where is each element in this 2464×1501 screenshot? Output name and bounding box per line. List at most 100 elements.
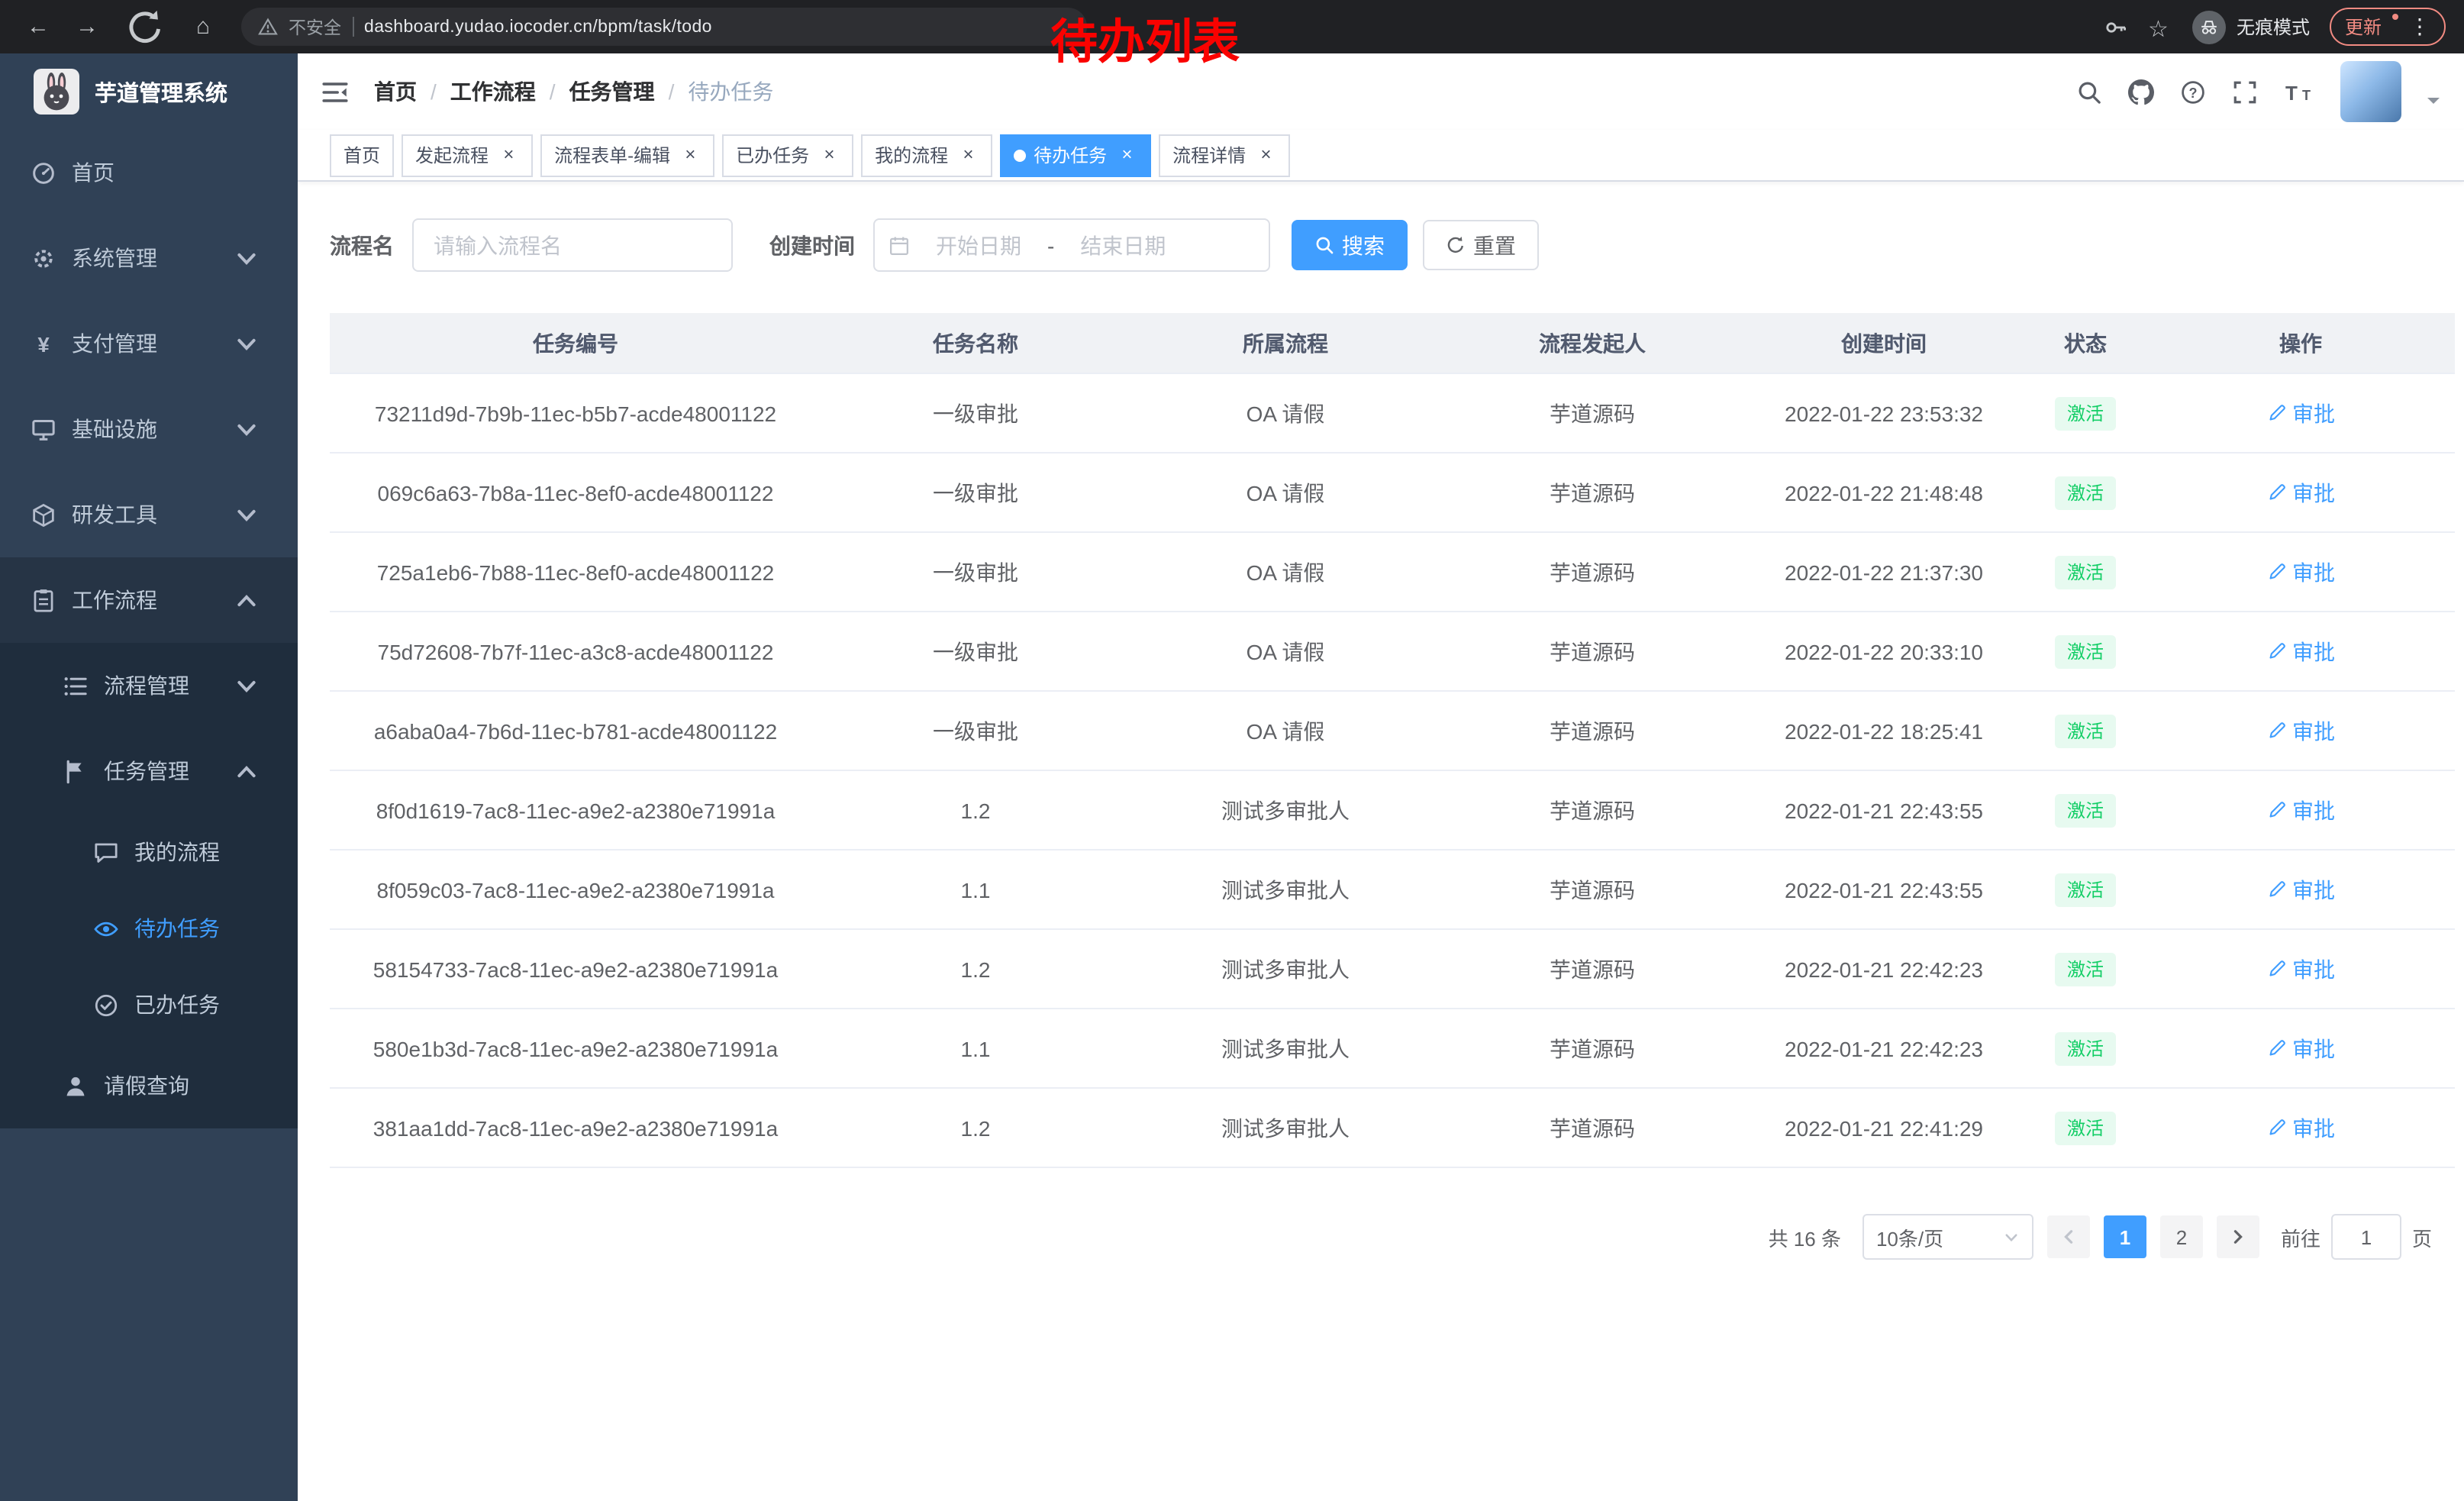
approve-link[interactable]: 审批	[2266, 874, 2335, 905]
top-navbar: 首页/工作流程/任务管理/待办任务 ? TT	[298, 53, 2464, 130]
user-avatar[interactable]	[2340, 61, 2401, 122]
task-id-cell: 75d72608-7b7f-11ec-a3c8-acde48001122	[330, 612, 821, 691]
table-row: 069c6a63-7b8a-11ec-8ef0-acde48001122一级审批…	[330, 453, 2455, 532]
table-row: 381aa1dd-7ac8-11ec-a9e2-a2380e71991a1.2测…	[330, 1088, 2455, 1167]
task-id-cell: 8f0d1619-7ac8-11ec-a9e2-a2380e71991a	[330, 770, 821, 850]
active-tab-dot	[1014, 149, 1026, 161]
breadcrumb-item[interactable]: 首页	[374, 76, 417, 107]
sidebar: 芋道管理系统 首页系统管理¥支付管理基础设施研发工具工作流程流程管理任务管理我的…	[0, 53, 298, 1501]
tab-item[interactable]: 流程详情×	[1159, 134, 1290, 176]
avatar-caret-icon[interactable]	[2427, 98, 2440, 110]
sidebar-item[interactable]: 首页	[0, 130, 298, 215]
tabs-bar: 首页发起流程×流程表单-编辑×已办任务×我的流程×待办任务×流程详情×	[298, 130, 2464, 182]
search-button[interactable]: 搜索	[1292, 220, 1408, 270]
approve-link[interactable]: 审批	[2266, 636, 2335, 667]
app-logo[interactable]: 芋道管理系统	[0, 53, 298, 130]
approve-link[interactable]: 审批	[2266, 954, 2335, 984]
password-key-icon[interactable]	[2104, 15, 2128, 39]
process-name-input[interactable]	[431, 231, 714, 259]
date-range-picker[interactable]: -	[873, 218, 1270, 272]
breadcrumb-item[interactable]: 工作流程	[450, 76, 536, 107]
column-header: 状态	[2024, 313, 2146, 373]
approve-link[interactable]: 审批	[2266, 398, 2335, 428]
tab-item[interactable]: 发起流程×	[402, 134, 533, 176]
sidebar-item[interactable]: 研发工具	[0, 472, 298, 557]
font-size-icon[interactable]: TT	[2284, 79, 2314, 105]
goto-label: 前往	[2281, 1222, 2320, 1251]
task-name-cell: 一级审批	[821, 453, 1130, 532]
search-icon[interactable]	[2076, 79, 2102, 105]
browser-update-button[interactable]: 更新 ⋮	[2330, 8, 2446, 46]
page-number-button[interactable]: 2	[2160, 1215, 2203, 1258]
breadcrumb-item[interactable]: 任务管理	[569, 76, 655, 107]
approve-link[interactable]: 审批	[2266, 1033, 2335, 1064]
app-root: ← → ⌂ 不安全 dashboard.yudao.iocoder.cn/bpm…	[0, 0, 2464, 1501]
tab-item[interactable]: 流程表单-编辑×	[540, 134, 714, 176]
browser-refresh-button[interactable]	[116, 0, 174, 56]
end-date-input[interactable]	[1060, 231, 1185, 259]
prev-page-button[interactable]	[2047, 1215, 2090, 1258]
sidebar-item[interactable]: 已办任务	[0, 967, 298, 1043]
next-page-button[interactable]	[2217, 1215, 2259, 1258]
sidebar-item[interactable]: 系统管理	[0, 215, 298, 301]
tab-close-icon[interactable]: ×	[957, 144, 979, 166]
created-time-cell: 2022-01-22 20:33:10	[1743, 612, 2024, 691]
screen: ← → ⌂ 不安全 dashboard.yudao.iocoder.cn/bpm…	[0, 0, 2464, 1501]
edit-icon	[2266, 1038, 2286, 1058]
tab-item[interactable]: 待办任务×	[1000, 134, 1151, 176]
approve-link[interactable]: 审批	[2266, 715, 2335, 746]
chevron-down-icon	[234, 502, 260, 528]
initiator-cell: 芋道源码	[1441, 1009, 1743, 1088]
fullscreen-icon[interactable]	[2232, 79, 2258, 105]
task-id-cell: a6aba0a4-7b6d-11ec-b781-acde48001122	[330, 691, 821, 770]
browser-menu-icon[interactable]: ⋮	[2409, 14, 2430, 40]
start-date-input[interactable]	[916, 231, 1041, 259]
sidebar-item[interactable]: 任务管理	[0, 728, 298, 814]
tab-close-icon[interactable]: ×	[498, 144, 519, 166]
svg-text:T: T	[2302, 87, 2311, 102]
address-bar[interactable]: 不安全 dashboard.yudao.iocoder.cn/bpm/task/…	[241, 8, 1087, 46]
sidebar-item[interactable]: 基础设施	[0, 386, 298, 472]
browser-back-button[interactable]: ←	[18, 7, 58, 47]
page-number-button[interactable]: 1	[2104, 1215, 2146, 1258]
task-id-cell: 73211d9d-7b9b-11ec-b5b7-acde48001122	[330, 373, 821, 453]
sidebar-item[interactable]: 工作流程	[0, 557, 298, 643]
approve-link[interactable]: 审批	[2266, 795, 2335, 825]
approve-link[interactable]: 审批	[2266, 557, 2335, 587]
tab-item[interactable]: 已办任务×	[722, 134, 853, 176]
logo-image	[34, 69, 79, 115]
process-cell: OA 请假	[1130, 691, 1441, 770]
column-header: 所属流程	[1130, 313, 1441, 373]
browser-forward-button[interactable]: →	[67, 7, 107, 47]
table-header-row: 任务编号任务名称所属流程流程发起人创建时间状态操作	[330, 313, 2455, 373]
sidebar-item[interactable]: 待办任务	[0, 890, 298, 967]
tab-close-icon[interactable]: ×	[679, 144, 701, 166]
svg-text:?: ?	[2188, 85, 2197, 100]
github-icon[interactable]	[2128, 79, 2154, 105]
column-header: 操作	[2146, 313, 2455, 373]
status-badge: 激活	[2055, 1111, 2116, 1144]
tab-close-icon[interactable]: ×	[1255, 144, 1276, 166]
tab-close-icon[interactable]: ×	[818, 144, 840, 166]
sidebar-item[interactable]: 流程管理	[0, 643, 298, 728]
chevron-right-icon	[2229, 1228, 2247, 1246]
help-icon[interactable]: ?	[2180, 79, 2206, 105]
bookmark-star-icon[interactable]: ☆	[2148, 15, 2172, 39]
url-text[interactable]: dashboard.yudao.iocoder.cn/bpm/task/todo	[364, 18, 712, 36]
browser-home-button[interactable]: ⌂	[183, 7, 223, 47]
page-size-select[interactable]: 10条/页	[1863, 1214, 2033, 1260]
tab-item[interactable]: 首页	[330, 134, 394, 176]
approve-link[interactable]: 审批	[2266, 1112, 2335, 1143]
chevron-up-icon	[234, 758, 260, 784]
sidebar-item[interactable]: ¥支付管理	[0, 301, 298, 386]
tab-item[interactable]: 我的流程×	[861, 134, 992, 176]
sidebar-item[interactable]: 我的流程	[0, 814, 298, 890]
hamburger-icon[interactable]	[321, 79, 350, 105]
goto-page-input[interactable]	[2331, 1214, 2401, 1260]
sidebar-item[interactable]: 请假查询	[0, 1043, 298, 1128]
approve-link[interactable]: 审批	[2266, 477, 2335, 508]
edit-icon	[2266, 1118, 2286, 1138]
reset-button[interactable]: 重置	[1423, 220, 1539, 270]
create-time-label: 创建时间	[769, 230, 855, 260]
tab-close-icon[interactable]: ×	[1116, 144, 1137, 166]
